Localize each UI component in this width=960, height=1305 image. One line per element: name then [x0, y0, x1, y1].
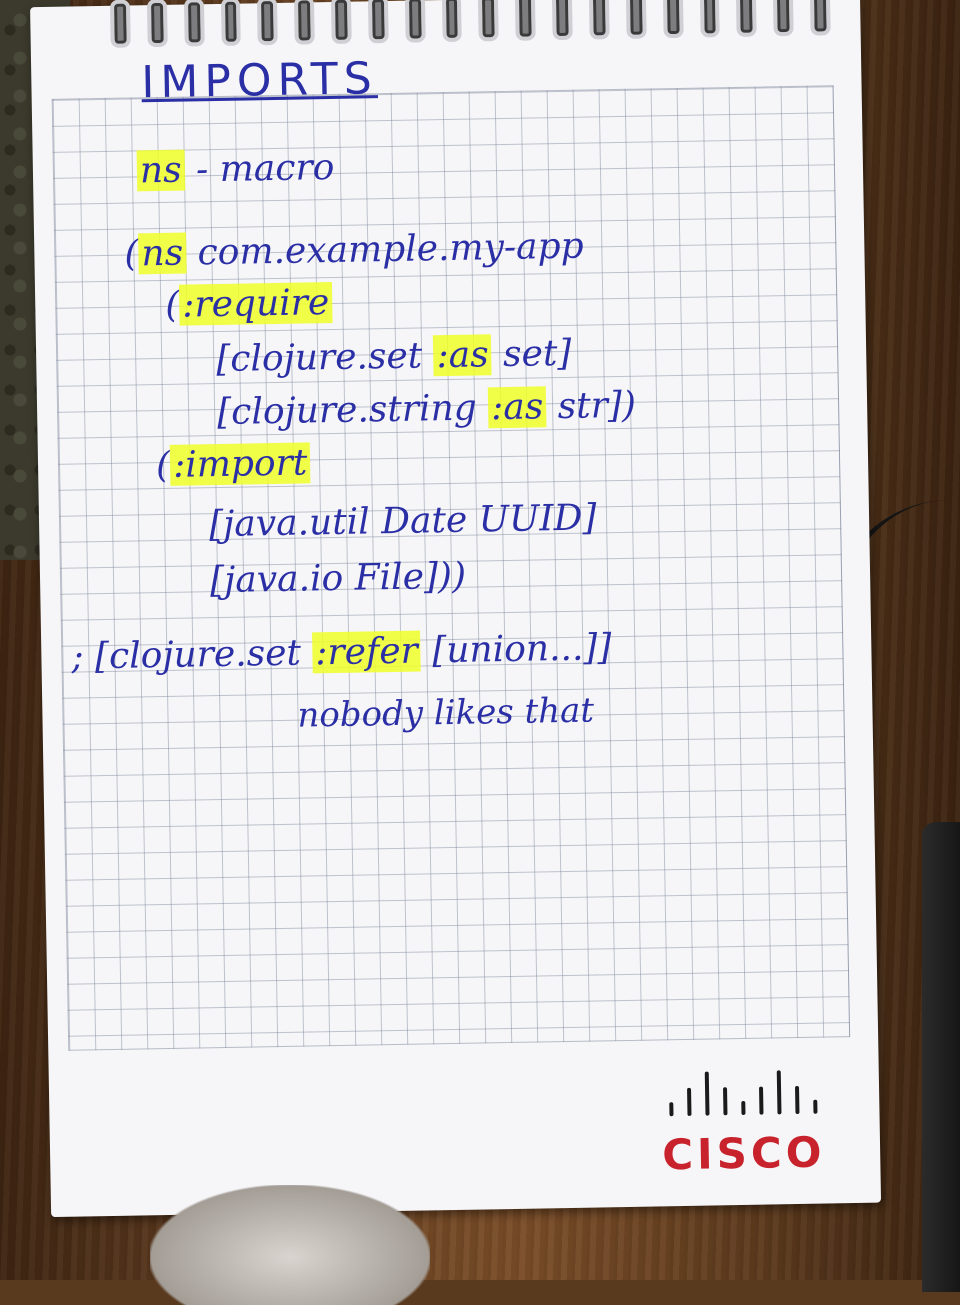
note-text: [clojure.string [216, 387, 489, 434]
spiral-ring [367, 0, 389, 44]
note-text: ( [124, 233, 139, 275]
note-line-clojure-string: [clojure.string :as str]) [217, 385, 636, 433]
note-text: ( [164, 284, 180, 326]
spiral-ring [515, 0, 536, 41]
logo-bar [723, 1087, 728, 1116]
logo-bar [741, 1100, 746, 1115]
cisco-logo-text: CISCO [661, 1127, 826, 1180]
note-text: com.example.my-app [185, 225, 584, 274]
spiral-ring [294, 0, 315, 45]
note-line-clojure-set: [clojure.set :as set] [216, 333, 572, 380]
logo-bar [813, 1099, 818, 1114]
logo-bar [759, 1086, 764, 1115]
logo-bar [704, 1071, 710, 1116]
highlight-ns: ns [138, 232, 187, 275]
highlight-ns: ns [136, 149, 185, 192]
sock-foot [150, 1185, 430, 1305]
highlight-refer: :refer [311, 630, 422, 674]
note-line-require: (:require [165, 282, 333, 326]
highlight-require: :require [178, 282, 333, 326]
highlight-as: :as [487, 386, 547, 429]
logo-bar [687, 1087, 692, 1116]
spiral-ring [441, 0, 463, 43]
notepad: IMPORTS ns - macro (ns com.example.my-ap… [30, 0, 882, 1218]
spiral-ring [662, 0, 684, 39]
note-title: IMPORTS [140, 53, 379, 109]
cisco-logo: CISCO [661, 1061, 833, 1179]
note-text: set] [491, 332, 572, 376]
note-line-import: (:import [156, 442, 311, 486]
logo-bar [776, 1070, 782, 1115]
note-text: ; [clojure.set [71, 632, 313, 678]
note-text: [union...]] [420, 627, 612, 672]
note-text: [clojure.set [215, 335, 434, 381]
spiral-ring [699, 0, 721, 38]
note-text: str]) [545, 384, 637, 428]
note-line-nobody: nobody likes that [297, 690, 595, 736]
spiral-ring [404, 0, 426, 43]
spiral-ring [220, 0, 242, 46]
spiral-ring [330, 0, 352, 44]
spiral-ring [773, 0, 794, 37]
logo-bar [669, 1102, 674, 1117]
spiral-ring [146, 0, 168, 48]
note-line-java-io: [java.io File])) [209, 555, 467, 602]
spiral-ring [109, 0, 131, 48]
cisco-logo-bars [661, 1061, 832, 1117]
logo-bar [795, 1085, 800, 1115]
spiral-ring [478, 0, 500, 42]
spiral-ring [257, 0, 278, 46]
phone [922, 822, 960, 1292]
spiral-ring [809, 0, 831, 36]
note-line-java-util: [java.util Date UUID] [208, 497, 597, 546]
note-text: ( [155, 444, 171, 487]
spiral-ring [736, 0, 757, 37]
highlight-import: :import [169, 442, 311, 486]
highlight-as: :as [433, 334, 493, 377]
spiral-ring [183, 0, 205, 47]
note-text: - macro [195, 146, 335, 191]
spiral-ring [588, 0, 610, 40]
note-line-ns-decl: (ns com.example.my-app [124, 226, 584, 275]
spiral-ring [625, 0, 647, 39]
spiral-binding [109, 0, 831, 52]
spiral-ring [552, 0, 573, 41]
note-line-ns-macro: ns - macro [136, 146, 335, 192]
